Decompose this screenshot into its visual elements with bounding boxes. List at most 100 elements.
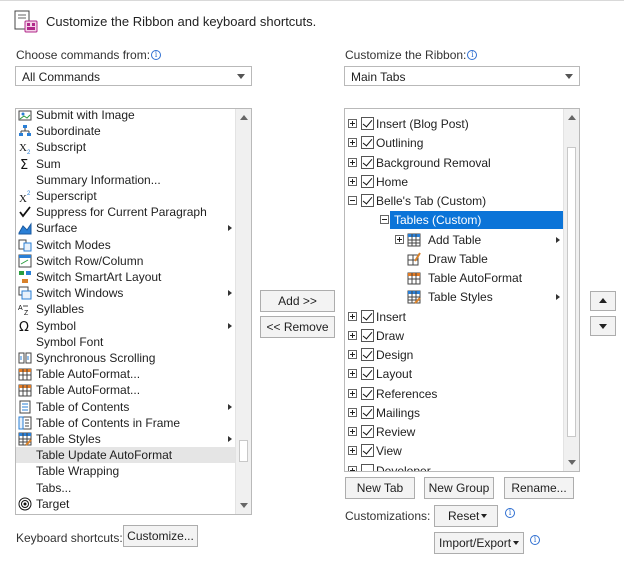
ribbon-tree-item[interactable]: View: [345, 442, 564, 460]
svg-text:Σ: Σ: [20, 158, 28, 171]
move-up-button[interactable]: [590, 291, 616, 311]
ribbon-tree-item[interactable]: References: [345, 385, 564, 403]
command-list-item[interactable]: Table of Contents in Frame: [16, 415, 236, 431]
collapse-icon[interactable]: [380, 215, 389, 225]
tab-checkbox[interactable]: [361, 444, 374, 458]
command-list-item[interactable]: Table Wrapping: [16, 463, 236, 479]
ribbon-tree-item[interactable]: Mailings: [345, 404, 564, 422]
ribbon-tree-item[interactable]: Insert (Blog Post): [345, 115, 564, 133]
ribbon-tree[interactable]: Insert (Blog Post) Outlining Background Re…: [344, 108, 580, 472]
expand-icon[interactable]: [348, 157, 357, 167]
command-list-item[interactable]: Table AutoFormat...: [16, 366, 236, 382]
command-list-item[interactable]: Table Styles: [16, 431, 236, 447]
tab-checkbox[interactable]: [361, 405, 374, 419]
ribbon-tree-item[interactable]: Tables (Custom): [345, 211, 564, 230]
command-list-item[interactable]: Subordinate: [16, 123, 236, 139]
ribbon-tree-item[interactable]: Layout: [345, 365, 564, 383]
expand-icon[interactable]: [348, 465, 357, 471]
expand-icon[interactable]: [348, 388, 357, 398]
customize-ribbon-dropdown[interactable]: Main Tabs: [344, 66, 580, 86]
tab-checkbox[interactable]: [361, 136, 374, 150]
expand-icon[interactable]: [348, 176, 357, 186]
commands-listbox[interactable]: Submit with Image Subordinate X 2 Subscript Σ…: [15, 108, 252, 515]
expand-icon[interactable]: [348, 350, 357, 359]
ribbon-tree-item[interactable]: Draw: [345, 327, 564, 345]
customize-shortcuts-button[interactable]: Customize...: [123, 525, 198, 547]
expand-icon[interactable]: [395, 234, 404, 244]
ribbon-tree-item[interactable]: Add Table: [345, 231, 564, 249]
command-list-item[interactable]: Switch Modes: [16, 237, 236, 253]
collapse-icon[interactable]: [348, 196, 357, 205]
tab-checkbox[interactable]: [361, 386, 374, 400]
expand-icon[interactable]: [348, 119, 357, 128]
command-list-item[interactable]: Σ Sum: [16, 156, 236, 173]
reset-button[interactable]: Reset: [434, 505, 498, 527]
expand-icon[interactable]: [348, 138, 357, 148]
new-tab-button[interactable]: New Tab: [345, 477, 415, 499]
command-list-item[interactable]: Summary Information...: [16, 172, 236, 188]
ribbon-tree-item[interactable]: Draw Table: [345, 250, 564, 268]
expand-icon[interactable]: [348, 311, 357, 321]
command-list-item[interactable]: A Z Syllables: [16, 301, 236, 317]
scroll-down-icon[interactable]: [240, 503, 248, 508]
command-list-item[interactable]: X 2 Superscript: [16, 188, 236, 205]
add-button[interactable]: Add >>: [260, 290, 335, 312]
tab-checkbox[interactable]: [361, 309, 374, 323]
tab-checkbox[interactable]: [361, 117, 374, 130]
ribbon-tree-item[interactable]: Table AutoFormat: [345, 269, 564, 287]
ribbon-tree-item[interactable]: Review: [345, 423, 564, 441]
expand-icon[interactable]: [348, 330, 357, 340]
tab-checkbox[interactable]: [361, 367, 374, 381]
scroll-thumb[interactable]: [567, 147, 576, 437]
command-list-item[interactable]: Switch Row/Column: [16, 253, 236, 269]
scroll-down-icon[interactable]: [568, 460, 576, 465]
command-list-item[interactable]: Switch Windows: [16, 285, 236, 301]
expand-icon[interactable]: [348, 427, 357, 436]
table-styles-icon: [18, 432, 32, 446]
tab-checkbox[interactable]: [361, 348, 374, 361]
command-list-item[interactable]: Table of Contents: [16, 399, 236, 415]
command-list-item[interactable]: Tabs...: [16, 480, 236, 496]
scroll-up-icon[interactable]: [568, 115, 576, 120]
commands-scrollbar[interactable]: [235, 109, 251, 514]
choose-commands-dropdown[interactable]: All Commands: [15, 66, 252, 86]
scroll-thumb[interactable]: [239, 440, 248, 462]
ribbon-scrollbar[interactable]: [563, 109, 579, 471]
rename-button[interactable]: Rename...: [504, 477, 574, 499]
ribbon-tree-item[interactable]: Home: [345, 173, 564, 191]
command-list-item[interactable]: Submit with Image: [16, 109, 236, 123]
command-list-item[interactable]: Surface: [16, 220, 236, 236]
command-list-item[interactable]: Table AutoFormat...: [16, 382, 236, 398]
ribbon-tree-item[interactable]: Belle's Tab (Custom): [345, 192, 564, 210]
import-export-button[interactable]: Import/Export: [434, 532, 524, 554]
expand-icon[interactable]: [348, 446, 357, 456]
command-list-item[interactable]: Synchronous Scrolling: [16, 350, 236, 366]
command-list-item[interactable]: Symbol Font: [16, 334, 236, 350]
tab-checkbox[interactable]: [361, 155, 374, 169]
tab-checkbox[interactable]: [361, 174, 374, 188]
info-icon: i: [467, 50, 478, 60]
command-list-item[interactable]: Suppress for Current Paragraph: [16, 204, 236, 220]
ribbon-tree-item[interactable]: Background Removal: [345, 154, 564, 172]
ribbon-tree-item[interactable]: Outlining: [345, 134, 564, 152]
tab-checkbox[interactable]: [361, 463, 374, 471]
command-list-item[interactable]: Table Update AutoFormat: [16, 447, 236, 464]
ribbon-tree-item[interactable]: Developer: [345, 462, 564, 471]
command-list-item[interactable]: Switch SmartArt Layout: [16, 269, 236, 285]
move-down-button[interactable]: [590, 316, 616, 336]
tab-checkbox[interactable]: [361, 328, 374, 342]
ribbon-tree-item[interactable]: Table Styles: [345, 288, 564, 306]
scroll-up-icon[interactable]: [240, 115, 248, 120]
command-list-item[interactable]: Target: [16, 496, 236, 512]
new-group-button[interactable]: New Group: [424, 477, 494, 499]
command-list-item[interactable]: X 2 Subscript: [16, 139, 236, 156]
ribbon-tree-item[interactable]: Design: [345, 346, 564, 364]
chevron-down-icon: [481, 514, 487, 518]
tab-checkbox[interactable]: [361, 194, 374, 207]
expand-icon[interactable]: [348, 369, 357, 379]
expand-icon[interactable]: [348, 407, 357, 417]
command-list-item[interactable]: Ω Symbol: [16, 318, 236, 335]
ribbon-tree-item[interactable]: Insert: [345, 308, 564, 326]
tab-checkbox[interactable]: [361, 425, 374, 438]
remove-button[interactable]: << Remove: [260, 316, 335, 338]
